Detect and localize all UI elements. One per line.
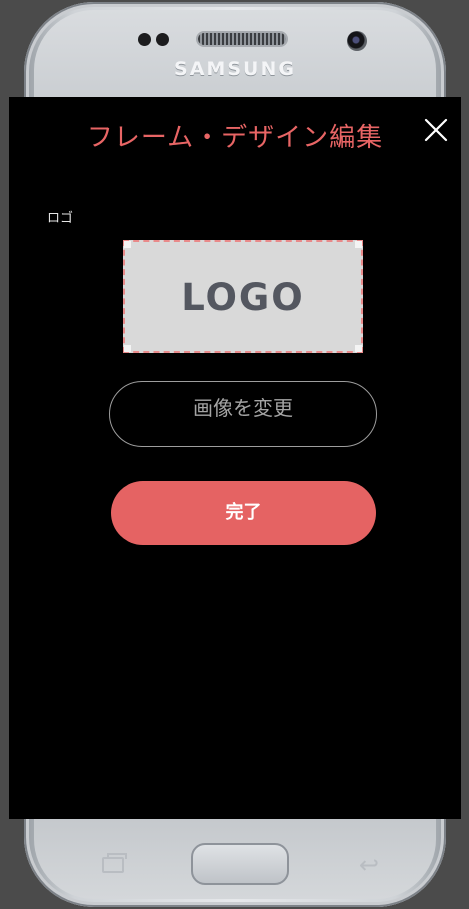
frame-design-edit-modal: フレーム・デザイン編集 ロゴ LOGO 画像を変更 完了 (9, 97, 461, 819)
earpiece-speaker (198, 33, 286, 45)
proximity-sensor-icon (138, 33, 151, 46)
modal-title: フレーム・デザイン編集 (86, 123, 384, 153)
back-key-icon[interactable]: ↩ (354, 850, 384, 880)
selection-handle[interactable] (355, 345, 362, 352)
close-button[interactable] (421, 115, 451, 145)
screen: SAMSUNG ↩ フレーム・デザイン編集 ロゴ LOGO 画像を変更 完了 (0, 0, 469, 909)
logo-section-label: ロゴ (47, 211, 74, 226)
front-camera-icon (347, 31, 367, 51)
recents-key-icon[interactable] (102, 853, 127, 873)
light-sensor-icon (156, 33, 169, 46)
home-button[interactable] (191, 843, 289, 885)
close-icon (424, 118, 448, 142)
done-button[interactable]: 完了 (111, 481, 376, 545)
brand-logo: SAMSUNG (174, 58, 296, 80)
logo-preview[interactable]: LOGO (123, 240, 363, 353)
selection-handle[interactable] (355, 241, 362, 248)
selection-handle[interactable] (124, 241, 131, 248)
selection-handle[interactable] (124, 345, 131, 352)
change-image-button[interactable]: 画像を変更 (109, 381, 377, 447)
logo-placeholder-text: LOGO (181, 276, 305, 319)
